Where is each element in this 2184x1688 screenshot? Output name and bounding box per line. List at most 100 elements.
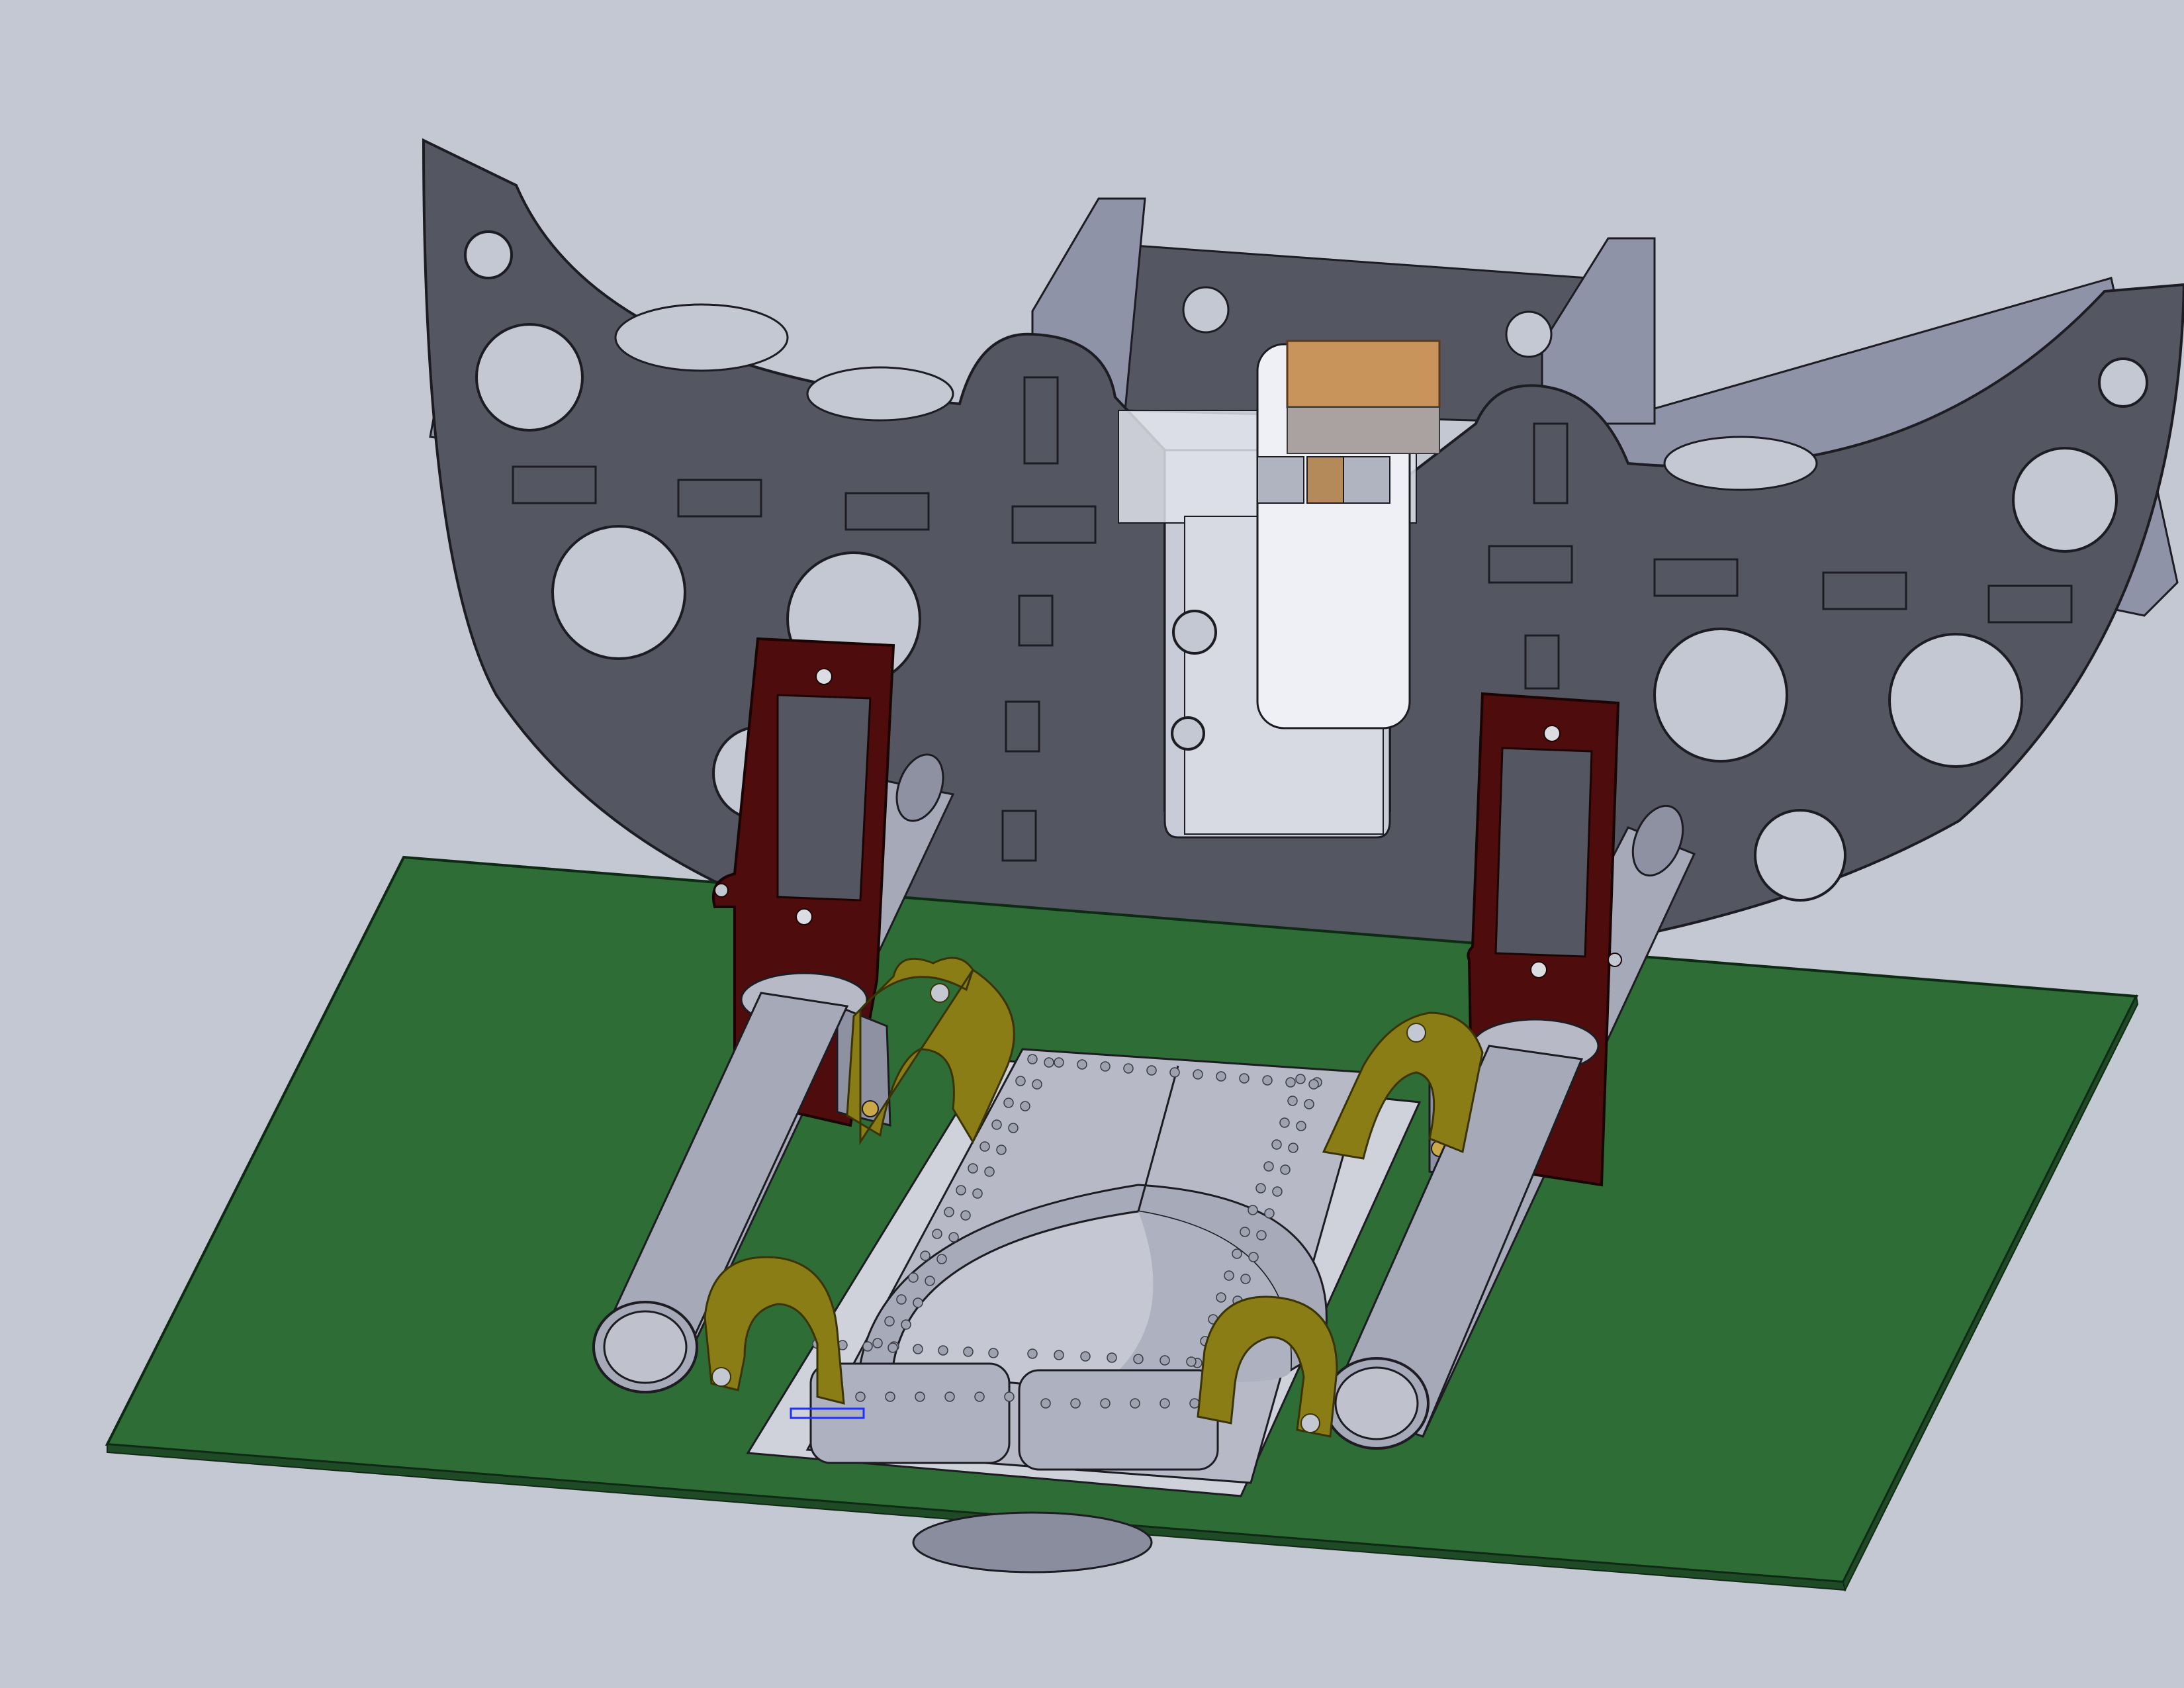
tray-rivet	[1263, 1161, 1274, 1172]
frame-hole	[2012, 447, 2118, 553]
frame-slot	[1005, 700, 1040, 753]
tray-rivet	[1100, 1398, 1111, 1409]
frame-side-opening	[614, 303, 789, 372]
frame-slot	[512, 465, 597, 504]
tray-rivet	[1280, 1164, 1291, 1175]
frame-slot	[1018, 594, 1054, 647]
tray-rivet	[956, 1185, 966, 1196]
tray-rivet	[1295, 1074, 1306, 1084]
tray-rivet	[925, 1276, 935, 1286]
connector	[1286, 340, 1441, 408]
tray-rivet	[1285, 1077, 1296, 1088]
right-bracket-hole	[1543, 725, 1561, 742]
half-moon-frame[interactable]	[422, 138, 2184, 977]
left-bracket-hole	[714, 883, 729, 898]
tray-rivet	[1054, 1057, 1064, 1068]
tray-rivet	[974, 1391, 985, 1402]
frame-hole	[464, 230, 513, 279]
frame-slot	[1533, 422, 1569, 504]
tray-rivet	[1003, 1098, 1014, 1108]
tray-rivet	[1272, 1186, 1283, 1197]
tray-rivet	[1040, 1398, 1051, 1409]
tray-rivet	[896, 1294, 907, 1305]
frame-hole	[1653, 628, 1788, 763]
tray-rivet	[963, 1346, 974, 1357]
clip-hole	[930, 983, 950, 1003]
tray-rivet	[1077, 1059, 1087, 1070]
frame-hole	[551, 525, 686, 660]
tray-rivet	[1027, 1348, 1038, 1359]
clip-hole	[1300, 1413, 1320, 1433]
tray-rivet	[1287, 1096, 1298, 1106]
frame-hole	[1172, 610, 1217, 655]
tray-rivet	[872, 1338, 883, 1348]
tray-rivet	[1288, 1143, 1298, 1153]
cad-viewport[interactable]	[0, 0, 2184, 1688]
tray-rivet	[1239, 1073, 1250, 1084]
tray-rivet	[920, 1250, 931, 1261]
tray-rivet	[913, 1297, 923, 1308]
tray-rivet	[1216, 1071, 1226, 1082]
tray-rivet	[1189, 1398, 1200, 1409]
tray-rivet	[936, 1254, 947, 1264]
tray-rivet	[944, 1207, 954, 1217]
right-bracket-hole	[1608, 953, 1622, 967]
tray-rivet	[1279, 1117, 1290, 1128]
tray-rivet	[1308, 1079, 1319, 1090]
tray-rivet	[944, 1391, 955, 1402]
tray-rivet	[1248, 1252, 1259, 1262]
frame-slot	[844, 492, 930, 531]
tray-rivet	[1256, 1230, 1267, 1241]
frame-slot	[1822, 571, 1907, 610]
tray-rivet	[1271, 1139, 1282, 1150]
frame-slot	[1524, 634, 1560, 690]
tray-rivet	[1015, 1076, 1026, 1086]
tray-rivet	[984, 1166, 995, 1177]
tray-rivet	[1296, 1121, 1306, 1131]
left-bracket-hole	[796, 908, 813, 925]
left-tube-bore	[603, 1310, 688, 1384]
tray-rivet	[932, 1229, 942, 1239]
tray-rivet	[938, 1345, 948, 1356]
tray-rivet	[1216, 1292, 1226, 1303]
tray-rivet	[996, 1145, 1007, 1155]
tray-rivet	[915, 1391, 925, 1402]
frame-slot	[677, 479, 762, 518]
frame-hole	[1754, 809, 1846, 902]
tray-rivet	[1160, 1398, 1170, 1409]
tray-rivet	[1264, 1208, 1275, 1219]
frame-back-hole	[1182, 286, 1230, 334]
tray-rivet	[1146, 1065, 1157, 1076]
clip-hole	[711, 1367, 731, 1387]
tray-rivet	[913, 1344, 923, 1354]
connector-body	[1287, 406, 1440, 454]
frame-slot	[1001, 810, 1037, 862]
left-bracket-hole	[815, 668, 833, 685]
tray-rivet	[1224, 1270, 1234, 1281]
tray-front-block	[1018, 1369, 1219, 1471]
clip-hole	[1406, 1023, 1426, 1043]
tray-rivet	[1255, 1183, 1266, 1194]
tray-rivet	[887, 1342, 898, 1353]
tray-rivet	[1193, 1069, 1203, 1080]
tray-rivet	[972, 1188, 983, 1199]
tray-rivet	[908, 1272, 919, 1283]
frame-slot	[1987, 585, 2073, 624]
connector-pin	[1343, 456, 1390, 504]
tray-rivet	[1186, 1356, 1197, 1367]
tray-rivet	[948, 1232, 959, 1243]
tray-rivet	[1262, 1075, 1273, 1086]
tray-rivet	[1070, 1398, 1081, 1409]
frame-side-opening	[806, 366, 954, 422]
tray-rivet	[1123, 1063, 1134, 1074]
tray-rivet	[1160, 1355, 1170, 1366]
tray-rivet	[1304, 1099, 1314, 1109]
tray-rivet	[1044, 1057, 1054, 1068]
tray-rivet	[1008, 1123, 1019, 1133]
tray-rivet	[991, 1119, 1002, 1130]
connector-pin	[1257, 456, 1304, 504]
under-board-part	[912, 1511, 1153, 1573]
tray-rivet	[885, 1391, 895, 1402]
frame-side-opening	[1663, 436, 1818, 491]
tray-rivet	[1054, 1350, 1064, 1360]
